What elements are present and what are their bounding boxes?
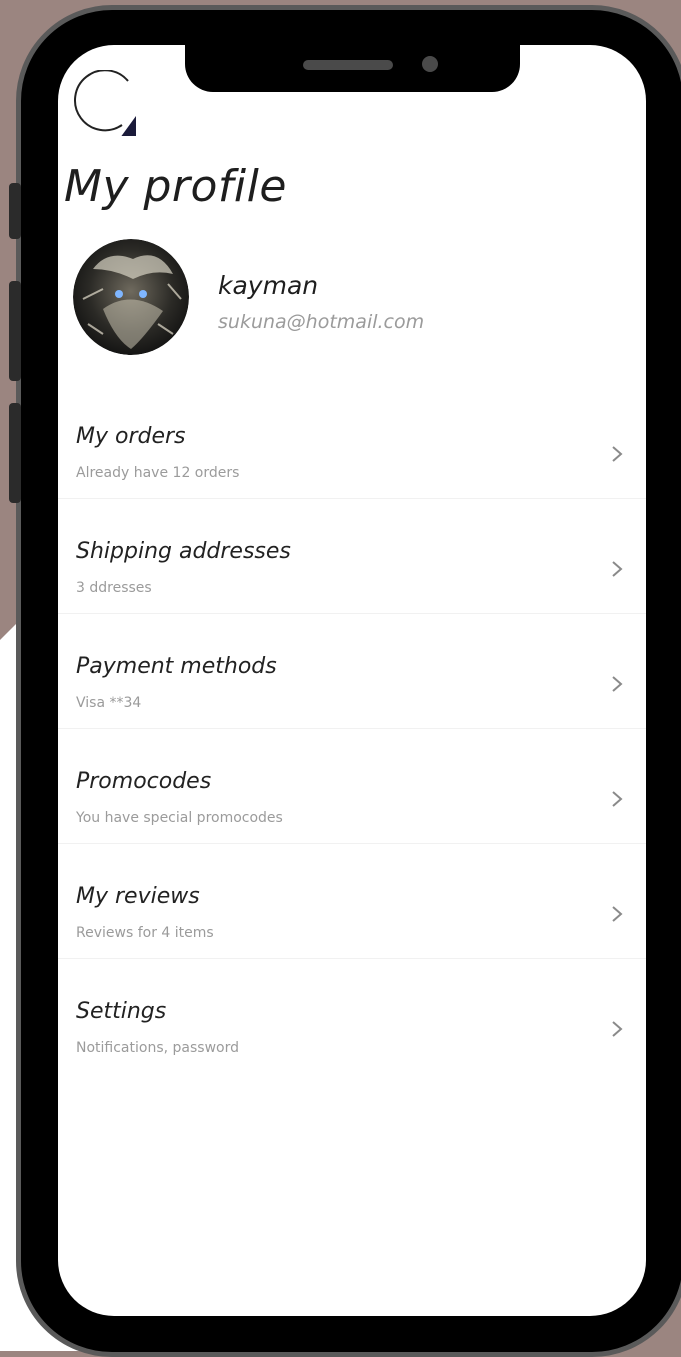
chevron-right-icon <box>612 446 623 462</box>
side-button-volume-down <box>9 403 21 503</box>
chevron-right-icon <box>612 906 623 922</box>
menu-item-subtitle: Reviews for 4 items <box>76 925 214 941</box>
menu-item-subtitle: Visa **34 <box>76 695 142 711</box>
side-button-mute <box>9 183 21 239</box>
menu-item-title: Shipping addresses <box>76 539 291 564</box>
phone-notch <box>185 44 520 92</box>
chevron-right-icon <box>612 676 623 692</box>
profile-menu: My orders Already have 12 orders Shippin… <box>58 384 646 1073</box>
refresh-icon[interactable] <box>66 70 136 136</box>
menu-item-subtitle: Already have 12 orders <box>76 465 240 481</box>
menu-item-title: My reviews <box>76 884 200 909</box>
menu-item-settings[interactable]: Settings Notifications, password <box>58 959 646 1073</box>
chevron-right-icon <box>612 561 623 577</box>
speaker-grille <box>303 60 393 70</box>
menu-item-promocodes[interactable]: Promocodes You have special promocodes <box>58 729 646 844</box>
side-button-volume-up <box>9 281 21 381</box>
menu-item-shipping-addresses[interactable]: Shipping addresses 3 ddresses <box>58 499 646 614</box>
page-title: My profile <box>64 161 287 212</box>
menu-item-my-reviews[interactable]: My reviews Reviews for 4 items <box>58 844 646 959</box>
phone-screen: My profile kayman sukuna@hotmail.com My … <box>58 45 646 1316</box>
avatar <box>73 239 189 355</box>
profile-name: kayman <box>218 271 319 300</box>
menu-item-payment-methods[interactable]: Payment methods Visa **34 <box>58 614 646 729</box>
menu-item-title: My orders <box>76 424 186 449</box>
profile-email: sukuna@hotmail.com <box>218 311 425 333</box>
menu-item-subtitle: You have special promocodes <box>76 810 283 826</box>
menu-item-my-orders[interactable]: My orders Already have 12 orders <box>58 384 646 499</box>
menu-item-subtitle: 3 ddresses <box>76 580 152 596</box>
menu-item-title: Promocodes <box>76 769 212 794</box>
chevron-right-icon <box>612 791 623 807</box>
menu-item-title: Settings <box>76 999 167 1024</box>
menu-item-title: Payment methods <box>76 654 277 679</box>
front-camera <box>422 56 438 72</box>
chevron-right-icon <box>612 1021 623 1037</box>
menu-item-subtitle: Notifications, password <box>76 1040 239 1056</box>
